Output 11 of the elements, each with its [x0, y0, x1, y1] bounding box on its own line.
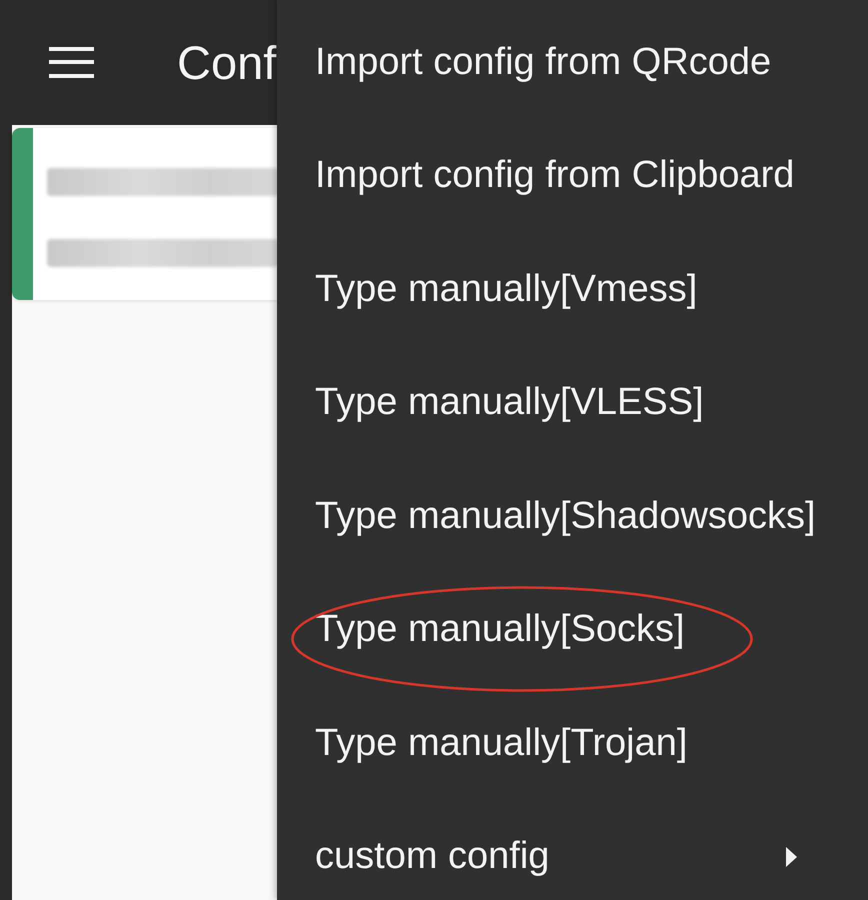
menu-item[interactable]: Type manually[Shadowsocks] — [277, 474, 868, 558]
menu-item[interactable]: Type manually[Socks] — [277, 588, 868, 672]
server-card[interactable] — [12, 128, 277, 300]
menu-item[interactable]: Type manually[Vmess] — [277, 247, 868, 331]
menu-item[interactable]: Import config from Clipboard — [277, 134, 868, 218]
menu-item[interactable]: Type manually[VLESS] — [277, 360, 868, 444]
menu-item[interactable]: Type manually[Trojan] — [277, 701, 868, 785]
app-title: Conf — [177, 35, 276, 90]
menu-icon[interactable] — [49, 47, 94, 78]
menu-item[interactable]: custom config — [277, 814, 868, 898]
menu-item[interactable]: Import config from QRcode — [277, 20, 868, 104]
